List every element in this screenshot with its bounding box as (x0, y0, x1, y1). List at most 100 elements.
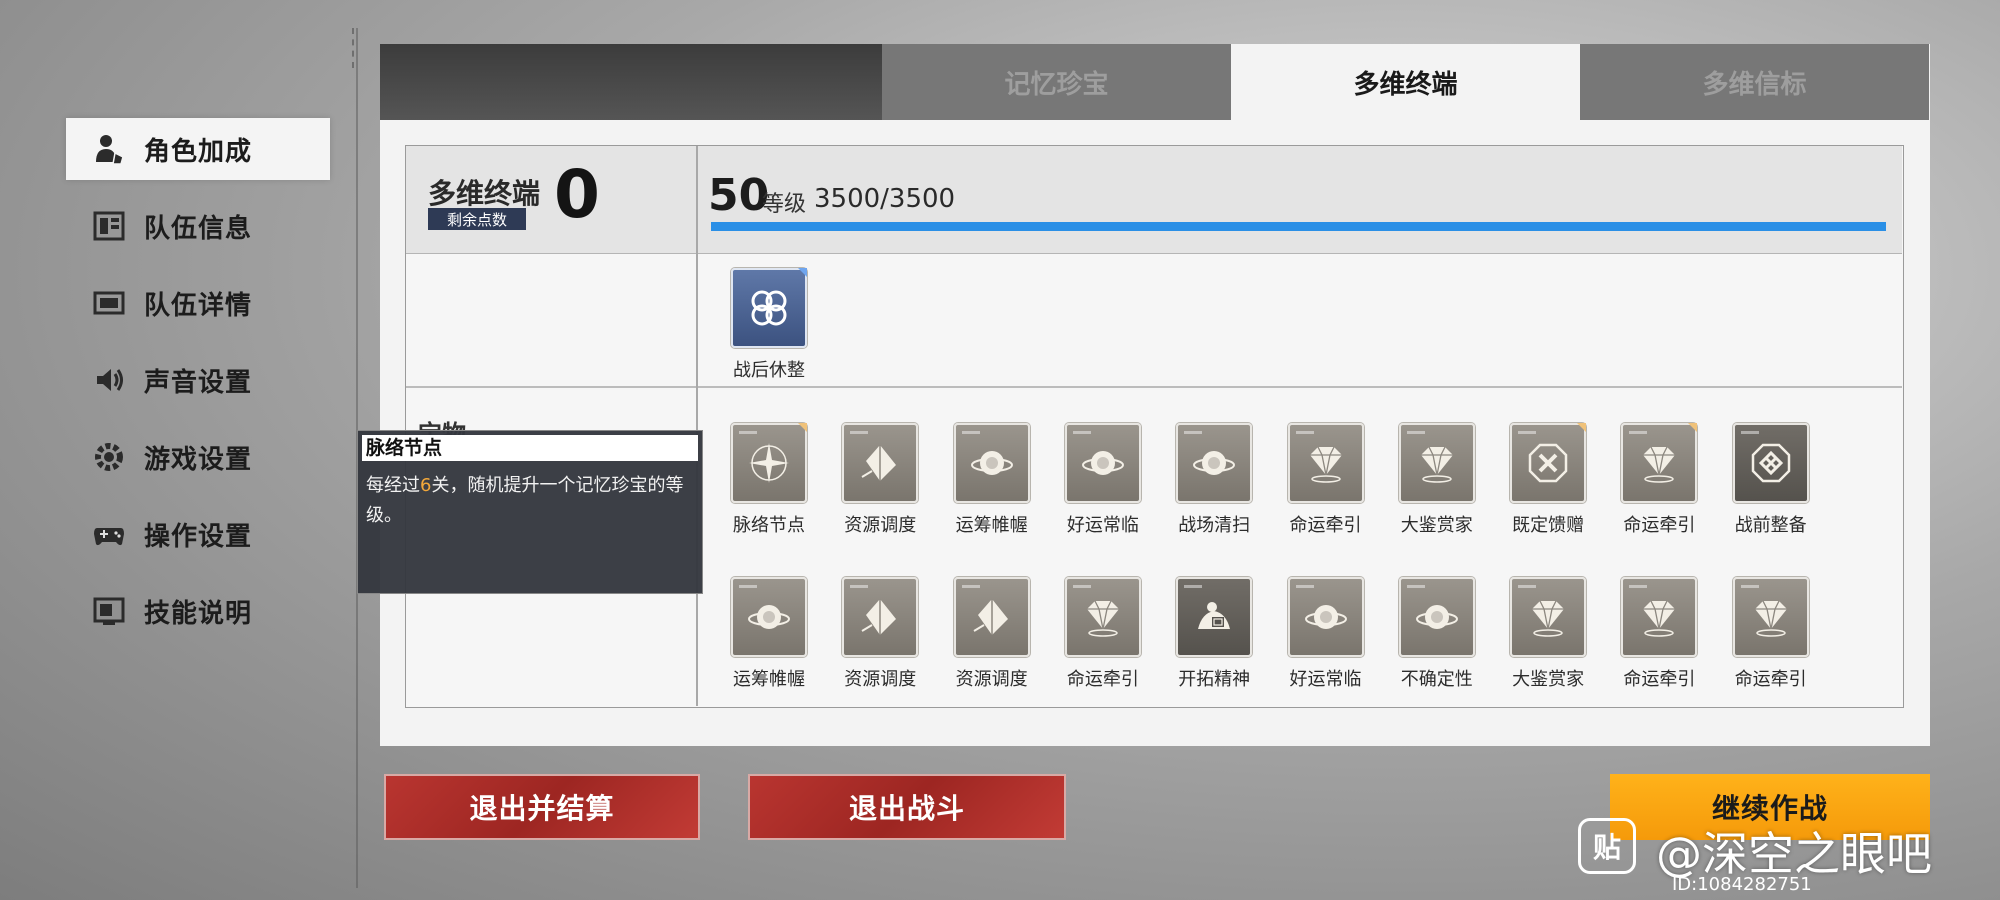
diamond-shard-icon (970, 595, 1014, 639)
tab-bar-filler (380, 44, 882, 120)
treasure-card (842, 577, 919, 657)
treasure-card (953, 577, 1030, 657)
sidebar-item-label: 队伍信息 (144, 213, 253, 244)
exit-battle-button[interactable]: 退出战斗 (748, 774, 1066, 840)
treasure-item[interactable]: 命运牵引 (1721, 577, 1821, 691)
planet-icon (970, 441, 1014, 485)
card-tag-mark (1740, 431, 1759, 434)
sidebar: 角色加成 队伍信息 队伍详情 声音设置 游戏设置 操作设置 技能说明 (66, 118, 330, 657)
tooltip-title: 脉络节点 (362, 435, 698, 461)
tieba-logo-icon: 贴 (1578, 818, 1636, 874)
treasure-item[interactable]: 资源调度 (830, 423, 930, 537)
sidebar-item-label: 声音设置 (144, 367, 253, 398)
treasure-item[interactable]: 战场清扫 (1164, 423, 1264, 537)
planet-icon (1415, 595, 1459, 639)
planet-icon (1081, 441, 1125, 485)
blessing-row (406, 256, 1902, 388)
diamond-shard-icon (858, 595, 902, 639)
card-tag-mark (961, 431, 980, 434)
compass-star-icon (747, 441, 791, 485)
tab-multidimensional-terminal[interactable]: 多维终端 (1231, 44, 1580, 120)
sidebar-item-sound-settings[interactable]: 声音设置 (66, 349, 330, 411)
treasure-item[interactable]: 命运牵引 (1609, 423, 1709, 537)
gem-icon (1637, 441, 1681, 485)
treasure-label: 运筹帷幄 (733, 669, 805, 690)
character-icon (92, 132, 126, 166)
treasure-card (1398, 423, 1475, 503)
diamond-shard-icon (858, 441, 902, 485)
sidebar-item-team-info[interactable]: 队伍信息 (66, 195, 330, 257)
sidebar-item-control-settings[interactable]: 操作设置 (66, 503, 330, 565)
sidebar-item-team-detail[interactable]: 队伍详情 (66, 272, 330, 334)
tooltip-description: 每经过6关，随机提升一个记忆珍宝的等级。 (366, 471, 696, 531)
treasure-label: 资源调度 (844, 669, 917, 690)
treasure-card (1176, 423, 1253, 503)
treasure-card (731, 423, 807, 503)
card-tag-mark (1518, 585, 1537, 588)
treasure-item[interactable]: 既定馈赠 (1498, 423, 1598, 537)
card-tag-mark (961, 585, 980, 588)
team-info-icon (92, 209, 126, 243)
treasure-label: 运筹帷幄 (955, 515, 1028, 536)
speaker-icon (92, 363, 126, 397)
card-tag-mark (739, 585, 757, 588)
treasure-label: 脉络节点 (733, 515, 805, 536)
treasure-item[interactable]: 运筹帷幄 (719, 577, 819, 691)
gem-icon (1749, 595, 1793, 639)
treasure-label: 不确定性 (1400, 669, 1473, 690)
pioneer-figure-icon (1192, 595, 1236, 639)
treasure-item[interactable]: 战前整备 (1721, 423, 1821, 537)
gem-icon (1415, 441, 1459, 485)
treasure-item[interactable]: 大鉴赏家 (1498, 577, 1598, 691)
treasure-item[interactable]: 命运牵引 (1053, 577, 1153, 691)
treasure-item[interactable]: 不确定性 (1387, 577, 1487, 691)
experience-bar-fill (711, 222, 1886, 231)
blessing-item[interactable]: 战后休整 (719, 268, 819, 382)
treasure-item[interactable]: 资源调度 (830, 577, 930, 691)
tab-memory-treasure[interactable]: 记忆珍宝 (882, 44, 1231, 120)
skill-monitor-icon (92, 594, 126, 628)
card-tag-mark (1518, 431, 1537, 434)
sidebar-item-character-bonus[interactable]: 角色加成 (66, 118, 330, 180)
blessing-label: 战后休整 (733, 360, 805, 381)
octagon-knot-icon (1749, 441, 1793, 485)
treasure-card (842, 423, 919, 503)
treasure-card (1398, 577, 1475, 657)
experience-value: 3500/3500 (814, 184, 956, 214)
card-tag-mark (1072, 431, 1091, 434)
card-tag-mark (1184, 431, 1203, 434)
treasure-item[interactable]: 命运牵引 (1276, 423, 1376, 537)
points-label-badge: 剩余点数 (428, 208, 526, 230)
tab-bar: 记忆珍宝 多维终端 多维信标 (380, 44, 1930, 120)
treasure-label: 命运牵引 (1289, 515, 1362, 536)
octagon-cross-icon (1526, 441, 1570, 485)
sidebar-item-label: 游戏设置 (144, 444, 253, 475)
treasure-label: 命运牵引 (1623, 515, 1696, 536)
treasure-card (1287, 423, 1364, 503)
sidebar-item-skill-info[interactable]: 技能说明 (66, 580, 330, 642)
treasure-item[interactable]: 运筹帷幄 (942, 423, 1042, 537)
treasure-item[interactable]: 资源调度 (942, 577, 1042, 691)
treasure-item[interactable]: 大鉴赏家 (1387, 423, 1487, 537)
tooltip-highlight-number: 6 (420, 475, 432, 496)
treasure-card (1732, 577, 1809, 657)
card-tag-mark (850, 431, 869, 434)
decor-ticks (352, 28, 360, 68)
treasure-item[interactable]: 开拓精神 (1164, 577, 1264, 691)
sidebar-item-label: 技能说明 (144, 598, 253, 629)
gem-icon (1304, 441, 1348, 485)
level-number: 50 (708, 170, 770, 221)
terminal-content: 多维终端 剩余点数 0 50 等级 3500/3500 战后休整 宝物 脉络节点… (405, 145, 1904, 708)
card-corner-marker (1577, 423, 1587, 432)
sidebar-item-game-settings[interactable]: 游戏设置 (66, 426, 330, 488)
exit-and-settle-button[interactable]: 退出并结算 (384, 774, 700, 840)
watermark-id: ID:1084282751 (1672, 874, 1812, 895)
treasure-item[interactable]: 好运常临 (1276, 577, 1376, 691)
terminal-header: 多维终端 剩余点数 0 50 等级 3500/3500 (406, 146, 1902, 254)
tab-multidimensional-beacon[interactable]: 多维信标 (1580, 44, 1929, 120)
treasure-item[interactable]: 命运牵引 (1609, 577, 1709, 691)
treasure-card (1064, 423, 1141, 503)
card-tag-mark (1629, 431, 1648, 434)
treasure-item[interactable]: 脉络节点 (719, 423, 819, 537)
treasure-item[interactable]: 好运常临 (1053, 423, 1153, 537)
